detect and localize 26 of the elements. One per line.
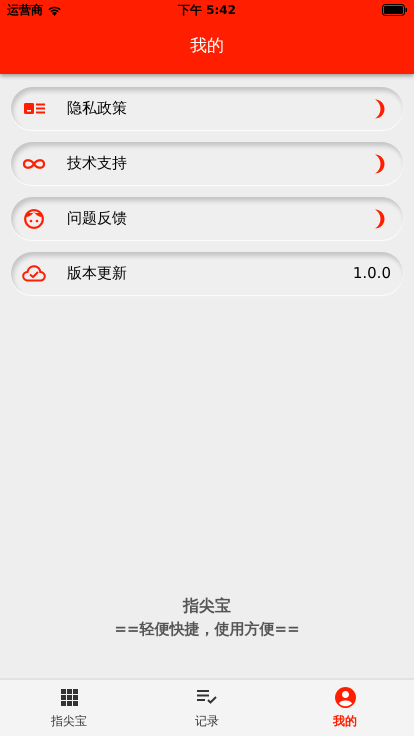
app-name: 指尖宝: [183, 594, 231, 616]
menu-label: 问题反馈: [67, 208, 128, 230]
status-time: 下午 5:42: [178, 2, 236, 19]
page-title: 我的: [190, 35, 224, 58]
tab[interactable]: 记录: [138, 680, 276, 736]
infinity-icon: [22, 158, 46, 170]
menu-label: 技术支持: [67, 153, 128, 174]
menu-label: 隐私政策: [67, 98, 128, 120]
menu-item[interactable]: 隐私政策: [11, 87, 403, 130]
menu-label: 版本更新: [67, 263, 128, 284]
version-number: 1.0.0: [352, 263, 391, 284]
user-icon: [334, 686, 356, 708]
wifi-icon: [47, 4, 62, 16]
carrier-name: 运营商: [7, 2, 43, 19]
tab[interactable]: 指尖宝: [0, 680, 138, 736]
checklist-icon: [197, 690, 217, 704]
face-icon: [24, 208, 44, 228]
id-card-icon: [24, 103, 44, 114]
cloud-check-icon: [22, 265, 46, 282]
battery-icon: [382, 4, 407, 16]
app-slogan: ==轻便快捷，使用方便==: [114, 618, 300, 640]
menu-item[interactable]: 问题反馈: [11, 197, 403, 240]
grid-icon: [60, 688, 78, 706]
tab[interactable]: 我的: [276, 680, 414, 736]
menu-item[interactable]: 版本更新 1.0.0: [11, 252, 403, 295]
menu-item[interactable]: 技术支持: [11, 142, 403, 185]
